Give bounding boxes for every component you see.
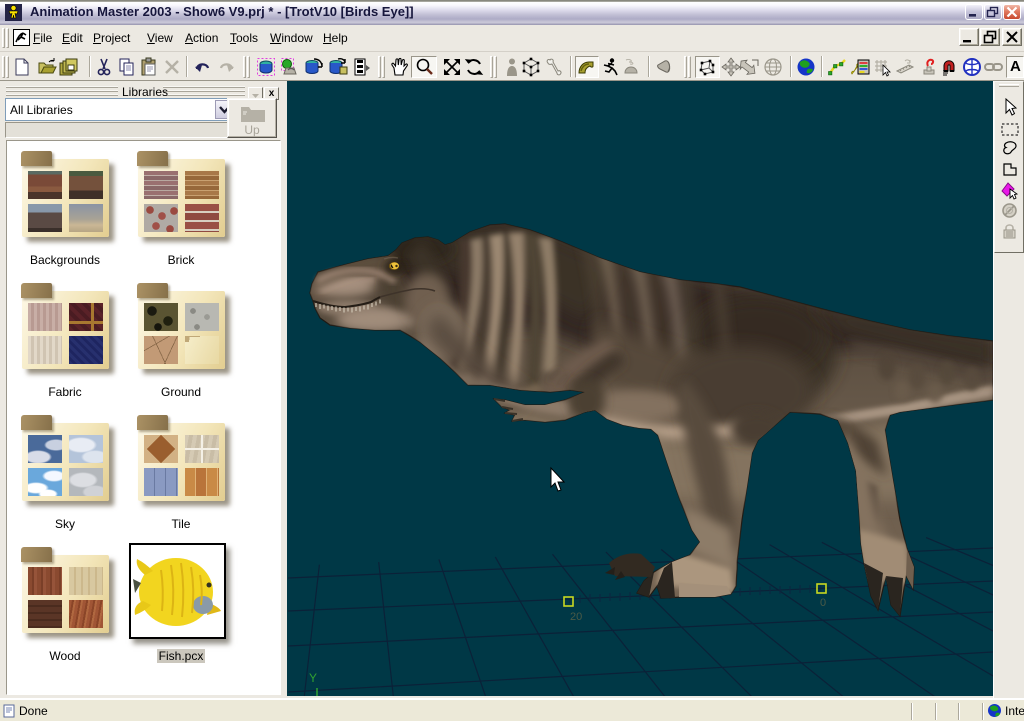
svg-text:Y: Y (309, 671, 317, 685)
svg-text:0: 0 (820, 597, 826, 609)
svg-text:20: 20 (570, 611, 582, 623)
